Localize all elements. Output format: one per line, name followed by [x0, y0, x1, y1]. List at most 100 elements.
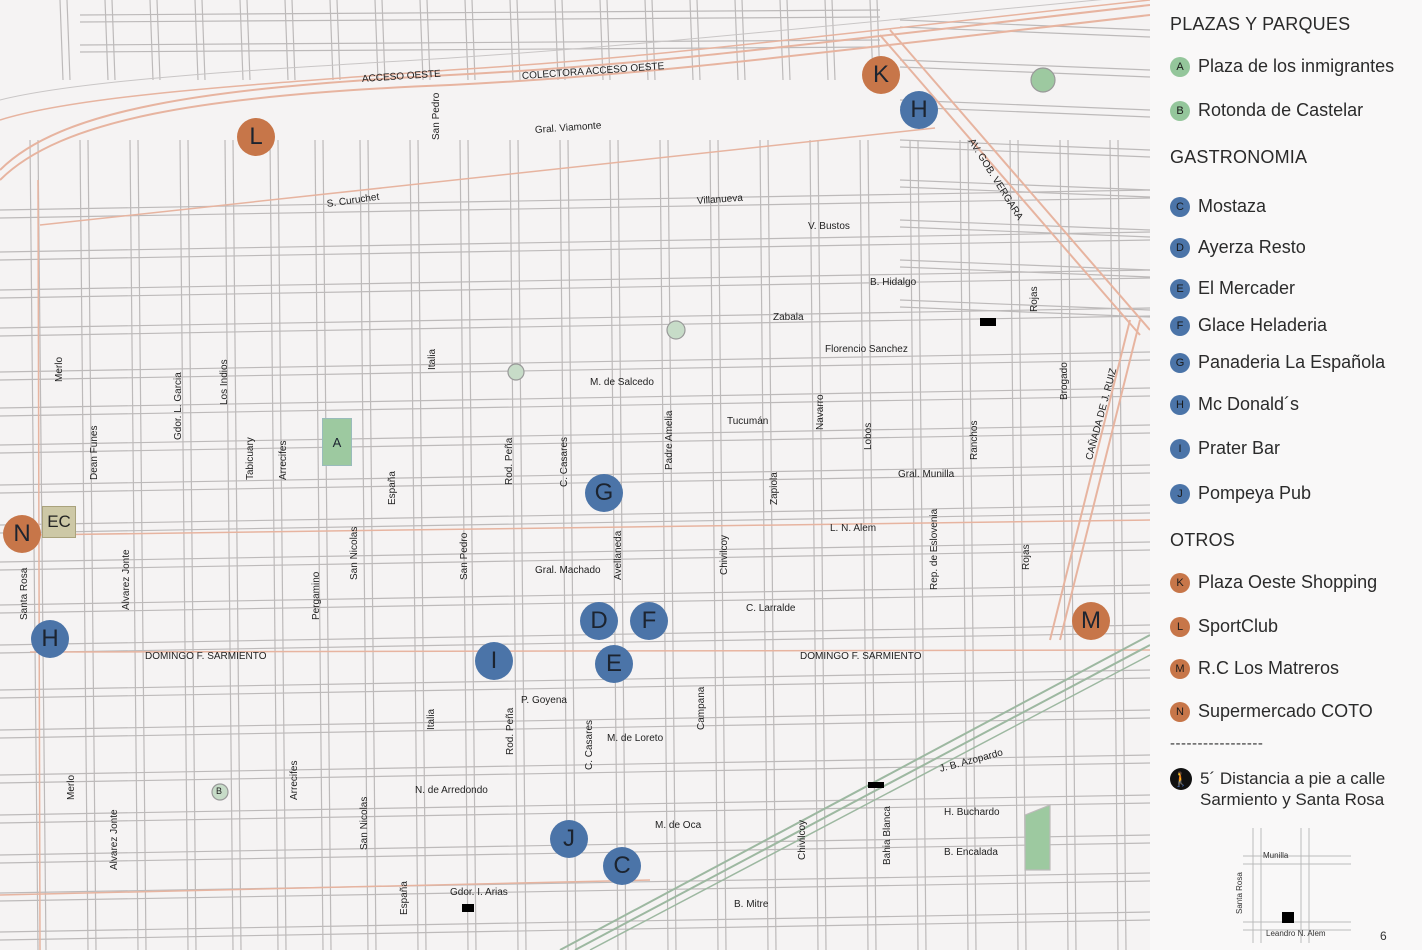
street-label: Lobos — [863, 422, 874, 450]
legend-separator: ----------------- — [1170, 735, 1264, 752]
legend-dot: J — [1170, 483, 1190, 504]
legend-dot: B — [1170, 100, 1190, 121]
map-marker-e[interactable]: E — [595, 645, 633, 683]
map-marker-k[interactable]: K — [862, 56, 900, 94]
street-label: Italia — [426, 708, 437, 730]
legend-item[interactable]: I Prater Bar — [1170, 438, 1280, 459]
legend-item[interactable]: K Plaza Oeste Shopping — [1170, 572, 1377, 593]
legend-label: R.C Los Matreros — [1198, 658, 1340, 678]
page-number: 6 — [1380, 929, 1387, 943]
legend-heading: GASTRONOMIA — [1170, 147, 1308, 167]
legend-item[interactable]: E El Mercader — [1170, 278, 1295, 299]
map-marker-l[interactable]: L — [237, 118, 275, 156]
legend-item[interactable]: J Pompeya Pub — [1170, 483, 1311, 504]
street-label: Los Indios — [219, 359, 230, 405]
street-label: Arrecifes — [278, 440, 289, 480]
legend-heading: PLAZAS Y PARQUES — [1170, 14, 1351, 34]
legend-dot: I — [1170, 438, 1190, 459]
street-label: Zabala — [773, 312, 804, 323]
destination-marker-icon — [1282, 912, 1294, 923]
street-label: San Nicolas — [349, 526, 360, 580]
street-label: Rod. Peña — [504, 437, 515, 485]
legend-item[interactable]: M R.C Los Matreros — [1170, 658, 1339, 679]
street-label: Gral. Machado — [535, 565, 601, 576]
street-label: Rod. Peña — [505, 707, 516, 755]
legend-item[interactable]: H Mc Donald´s — [1170, 394, 1299, 415]
legend-label: Pompeya Pub — [1198, 483, 1312, 503]
map-marker-ec[interactable]: EC — [42, 506, 76, 538]
legend-heading: OTROS — [1170, 530, 1236, 550]
street-label: Tucumán — [727, 416, 769, 427]
legend-item[interactable]: N Supermercado COTO — [1170, 701, 1373, 722]
street-label: Rojas — [1021, 544, 1032, 570]
map-marker-m[interactable]: M — [1072, 602, 1110, 640]
map-marker-d[interactable]: D — [580, 602, 618, 640]
legend-item[interactable]: G Panaderia La Española — [1170, 352, 1385, 373]
street-label: Padre Amelia — [664, 410, 675, 470]
legend-item[interactable]: F Glace Heladeria — [1170, 315, 1327, 336]
street-label: N. de Arredondo — [415, 785, 488, 796]
street-label: Campana — [696, 686, 707, 730]
street-label: DOMINGO F. SARMIENTO — [145, 651, 267, 662]
walk-note: 🚶 5´ Distancia a pie a calle Sarmiento y… — [1170, 768, 1385, 810]
legend-label: El Mercader — [1198, 278, 1296, 298]
street-label: Navarro — [815, 394, 826, 430]
legend-label: Prater Bar — [1198, 438, 1281, 458]
street-label: Chivilcoy — [719, 534, 730, 575]
legend-dot: M — [1170, 658, 1190, 679]
map-marker-j[interactable]: J — [550, 820, 588, 858]
map-marker-f[interactable]: F — [630, 602, 668, 640]
map-marker-plaza-a[interactable]: A — [322, 418, 352, 466]
street-label: Alvarez Jonte — [109, 809, 120, 870]
street-label: Merlo — [66, 774, 77, 800]
map-marker-h[interactable]: H — [31, 620, 69, 658]
mini-street-santa-rosa: Santa Rosa — [1235, 872, 1244, 914]
street-label: B. Mitre — [734, 899, 769, 910]
legend-dot: E — [1170, 278, 1190, 299]
mini-street-munilla: Munilla — [1263, 851, 1289, 860]
map-marker-h[interactable]: H — [900, 91, 938, 129]
legend-dot: F — [1170, 315, 1190, 336]
map-marker-n[interactable]: N — [3, 515, 41, 553]
legend-label: Panaderia La Española — [1198, 352, 1386, 372]
legend-dot: L — [1170, 616, 1190, 637]
legend-label: Ayerza Resto — [1198, 237, 1306, 257]
map-marker-c[interactable]: C — [603, 847, 641, 885]
mini-street-alem: Leandro N. Alem — [1266, 929, 1326, 938]
street-label: Pergamino — [311, 571, 322, 620]
street-label: Merlo — [54, 356, 65, 382]
street-label: DOMINGO F. SARMIENTO — [800, 651, 922, 662]
street-label: Alvarez Jonte — [121, 549, 132, 610]
street-label: B. Hidalgo — [870, 277, 917, 288]
legend-dot: D — [1170, 237, 1190, 258]
walking-person-icon: 🚶 — [1170, 768, 1192, 790]
map-marker-i[interactable]: I — [475, 642, 513, 680]
legend-dot: G — [1170, 352, 1190, 373]
legend-dot: N — [1170, 701, 1190, 722]
map-marker-g[interactable]: G — [585, 474, 623, 512]
street-label: M. de Salcedo — [590, 377, 654, 388]
legend-label: Rotonda de Castelar — [1198, 100, 1364, 120]
legend-item[interactable]: D Ayerza Resto — [1170, 237, 1306, 258]
legend-item[interactable]: B Rotonda de Castelar — [1170, 100, 1363, 121]
legend-label: Glace Heladeria — [1198, 315, 1328, 335]
legend-label: Supermercado COTO — [1198, 701, 1373, 721]
legend-item[interactable]: L SportClub — [1170, 616, 1278, 637]
street-label: Brogado — [1059, 362, 1070, 400]
legend-panel: PLAZAS Y PARQUES A Plaza de los inmigrante… — [1150, 0, 1422, 950]
legend-dot: A — [1170, 56, 1190, 77]
legend-dot: K — [1170, 572, 1190, 593]
map-marker-rotonda-b[interactable]: B — [216, 787, 222, 796]
legend-label: SportClub — [1198, 616, 1279, 636]
walk-note-line1: 5´ Distancia a pie a calle — [1200, 769, 1386, 788]
street-map[interactable]: ACCESO OESTE COLECTORA ACCESO OESTE Gral. … — [0, 0, 1150, 950]
street-label: Ranchos — [969, 420, 980, 460]
street-label: Chivilcoy — [797, 819, 808, 860]
street-label: C. Casares — [584, 719, 595, 770]
legend-item[interactable]: C Mostaza — [1170, 196, 1266, 217]
legend-label: Plaza de los inmigrantes — [1198, 56, 1395, 76]
legend-item[interactable]: A Plaza de los inmigrantes — [1170, 56, 1394, 77]
legend-dot: C — [1170, 196, 1190, 217]
mini-locator-map: Munilla Santa Rosa Leandro N. Alem — [1233, 828, 1353, 948]
walk-note-text: 5´ Distancia a pie a calle Sarmiento y S… — [1200, 768, 1385, 810]
